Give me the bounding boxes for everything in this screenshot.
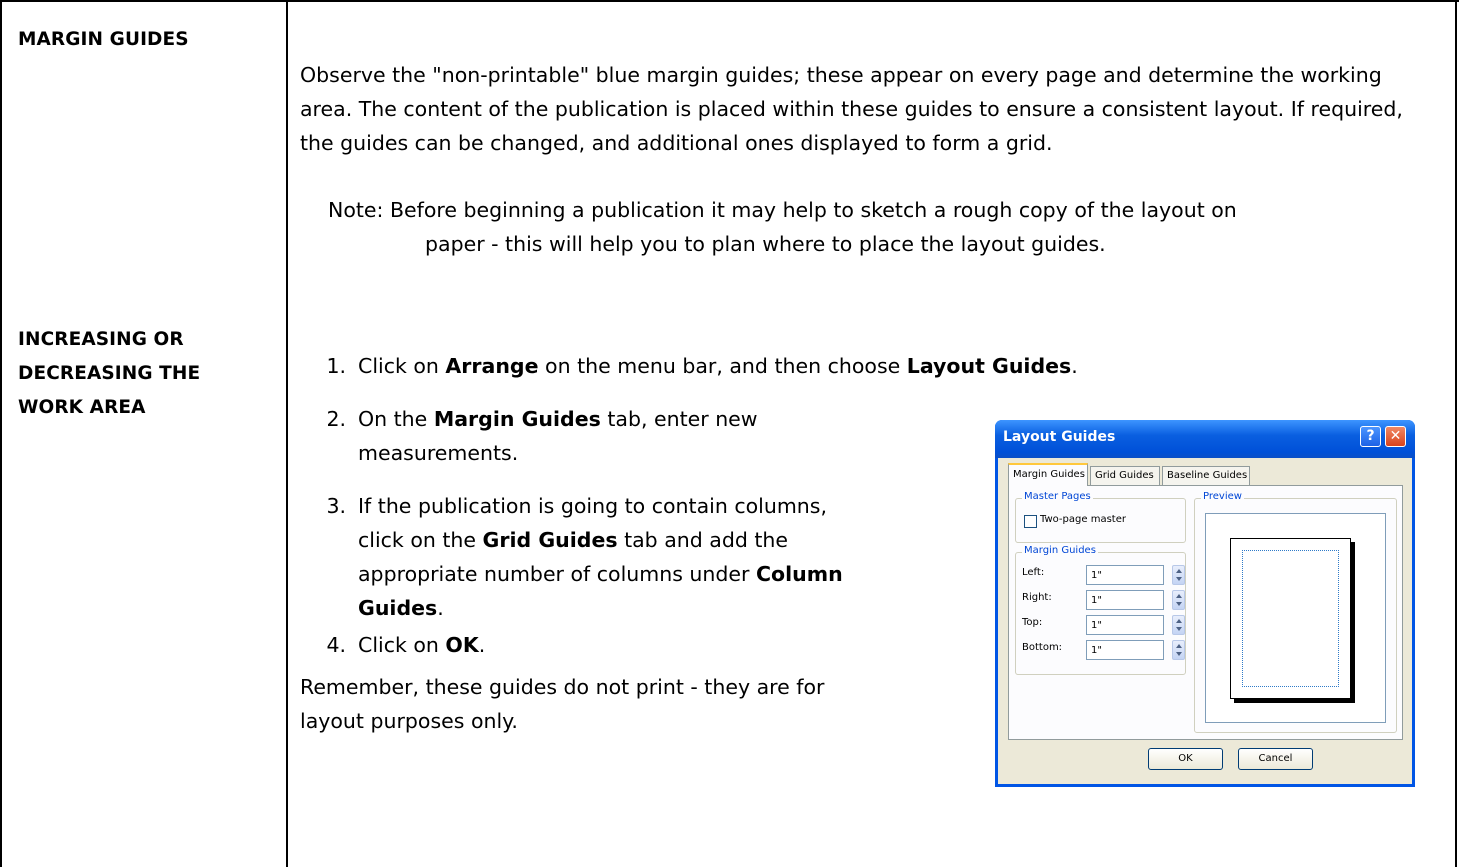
step-number: 4. xyxy=(326,633,346,657)
step-text: On the Margin Guides tab, enter new measu… xyxy=(358,407,758,465)
table-right-border xyxy=(1455,0,1457,867)
preview-margin-guides xyxy=(1242,550,1339,687)
document-table: MARGIN GUIDES Observe the "non-printable… xyxy=(0,0,1459,867)
right-label: Right: xyxy=(1022,592,1052,603)
preview-label: Preview xyxy=(1201,491,1244,502)
step-text: If the publication is going to contain c… xyxy=(358,494,843,620)
tab-margin-guides[interactable]: Margin Guides xyxy=(1008,463,1088,486)
margin-guides-group: Margin Guides Left: 1" Right: 1" Top: 1" xyxy=(1015,545,1186,675)
dialog-title: Layout Guides xyxy=(1003,429,1116,445)
margin-guides-paragraph: Observe the "non-printable" blue margin … xyxy=(300,63,1403,155)
preview-group: Preview xyxy=(1194,491,1397,733)
dialog-titlebar[interactable]: Layout Guides ? ✕ xyxy=(995,420,1415,458)
step-number: 3. xyxy=(326,494,346,518)
spin-up-icon[interactable] xyxy=(1176,569,1182,573)
note-line-1: Note: Before beginning a publication it … xyxy=(328,198,1237,222)
top-label: Top: xyxy=(1022,617,1043,628)
left-input[interactable]: 1" xyxy=(1086,565,1164,585)
dialog-body: Margin Guides Grid Guides Baseline Guide… xyxy=(998,458,1412,784)
margin-guides-group-label: Margin Guides xyxy=(1022,545,1098,556)
step-number: 2. xyxy=(326,407,346,431)
table-left-border xyxy=(0,0,2,867)
spin-up-icon[interactable] xyxy=(1176,619,1182,623)
bottom-label: Bottom: xyxy=(1022,642,1063,653)
spin-up-icon[interactable] xyxy=(1176,594,1182,598)
work-area-heading-line-2: DECREASING THE xyxy=(18,363,201,384)
preview-box xyxy=(1205,513,1386,723)
close-icon[interactable]: ✕ xyxy=(1385,426,1406,447)
cancel-button[interactable]: Cancel xyxy=(1238,748,1313,770)
top-input[interactable]: 1" xyxy=(1086,615,1164,635)
table-top-border xyxy=(0,0,1459,2)
master-pages-group: Master Pages Two-page master xyxy=(1015,491,1186,543)
bottom-input[interactable]: 1" xyxy=(1086,640,1164,660)
spin-down-icon[interactable] xyxy=(1176,577,1182,581)
master-pages-label: Master Pages xyxy=(1022,491,1093,502)
work-area-heading: INCREASING OR DECREASING THE WORK AREA xyxy=(18,323,200,425)
right-spinner[interactable] xyxy=(1172,590,1185,610)
margin-guides-heading: MARGIN GUIDES xyxy=(18,29,189,50)
remember-line-2: layout purposes only. xyxy=(300,709,518,733)
work-area-heading-line-1: INCREASING OR xyxy=(18,329,184,350)
table-column-divider xyxy=(286,0,288,867)
help-icon[interactable]: ? xyxy=(1360,426,1381,447)
remember-note: Remember, these guides do not print - th… xyxy=(300,670,940,738)
step-text: Click on Arrange on the menu bar, and th… xyxy=(358,354,1078,378)
left-label: Left: xyxy=(1022,567,1045,578)
spin-down-icon[interactable] xyxy=(1176,652,1182,656)
left-spinner[interactable] xyxy=(1172,565,1185,585)
spin-down-icon[interactable] xyxy=(1176,602,1182,606)
bottom-spinner[interactable] xyxy=(1172,640,1185,660)
preview-page xyxy=(1230,538,1351,699)
step-number: 1. xyxy=(326,354,346,378)
note-line-2: paper - this will help you to plan where… xyxy=(425,232,1106,256)
remember-line-1: Remember, these guides do not print - th… xyxy=(300,675,825,699)
top-spinner[interactable] xyxy=(1172,615,1185,635)
spin-down-icon[interactable] xyxy=(1176,627,1182,631)
two-page-master-label[interactable]: Two-page master xyxy=(1040,514,1126,525)
spin-up-icon[interactable] xyxy=(1176,644,1182,648)
tab-baseline-guides[interactable]: Baseline Guides xyxy=(1162,466,1250,485)
tab-grid-guides[interactable]: Grid Guides xyxy=(1090,466,1160,485)
tab-panel: Master Pages Two-page master Margin Guid… xyxy=(1008,485,1403,740)
step-text: Click on OK. xyxy=(358,633,486,657)
layout-guides-dialog: Layout Guides ? ✕ Margin Guides Grid Gui… xyxy=(995,420,1415,787)
two-page-master-checkbox[interactable] xyxy=(1024,515,1037,528)
ok-button[interactable]: OK xyxy=(1148,748,1223,770)
work-area-heading-line-3: WORK AREA xyxy=(18,397,146,418)
right-input[interactable]: 1" xyxy=(1086,590,1164,610)
